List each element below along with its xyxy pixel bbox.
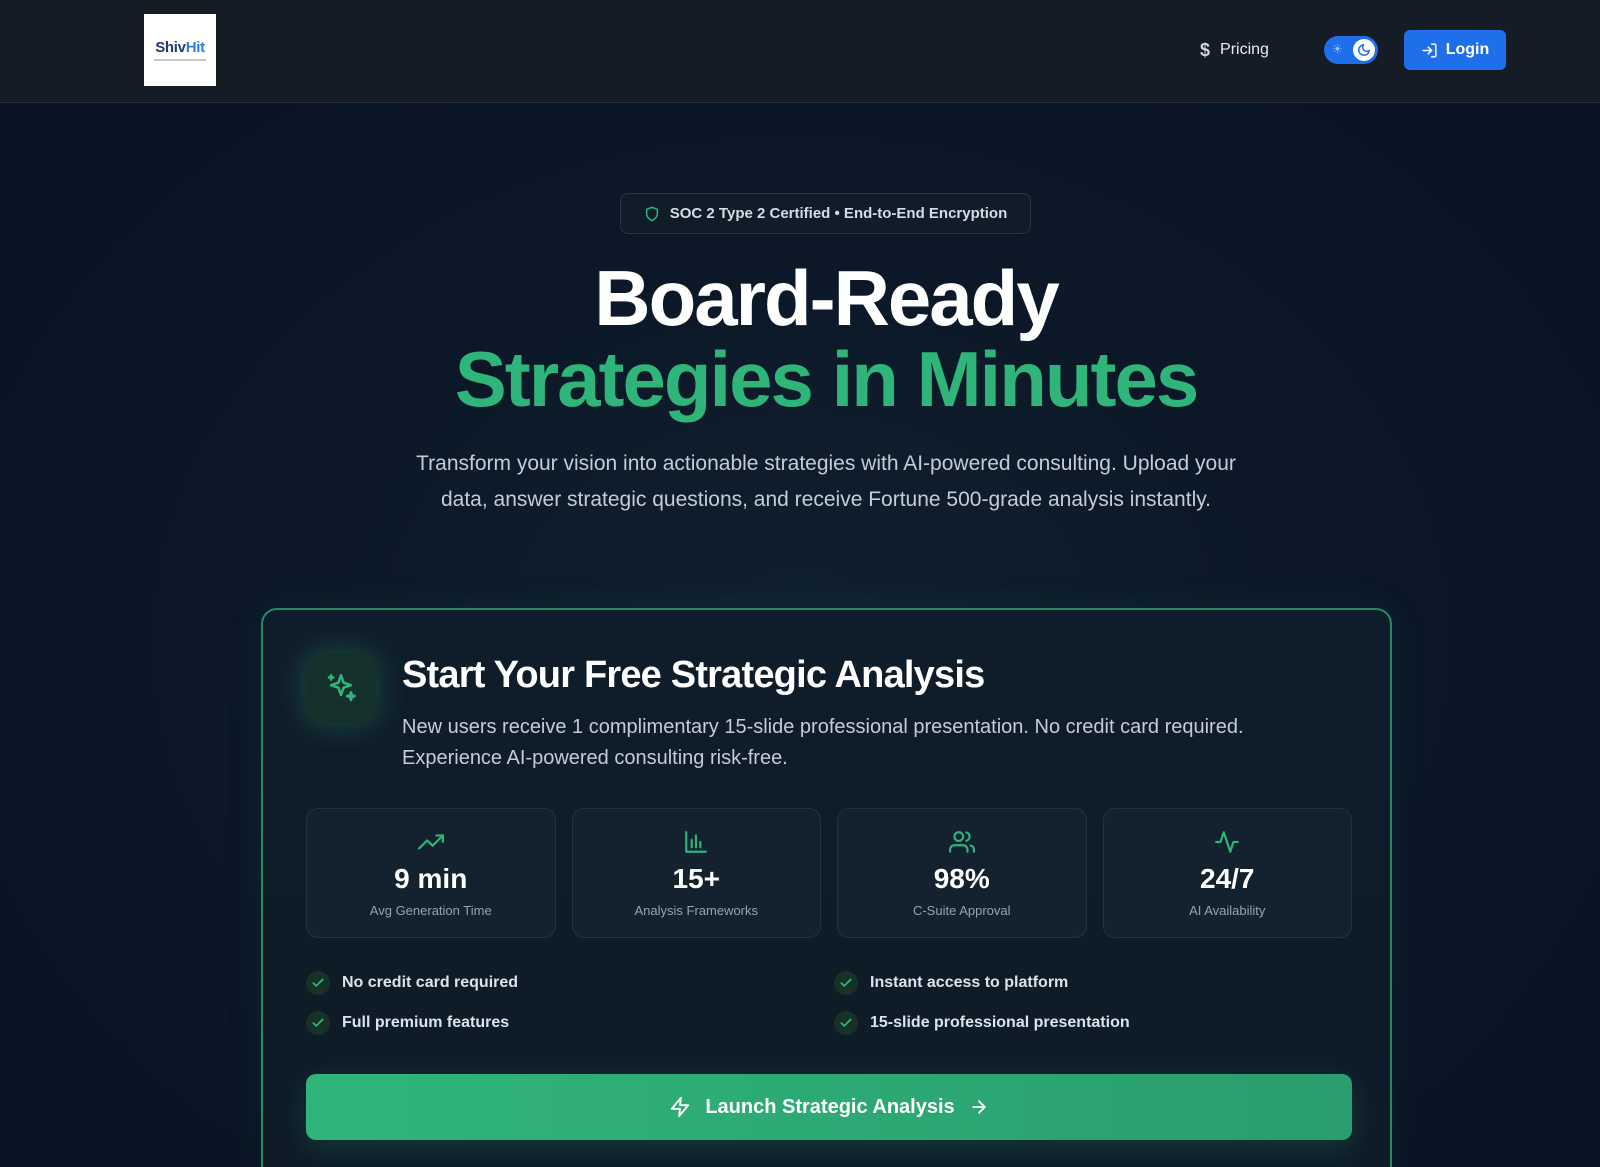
shield-icon [645,206,658,221]
launch-label: Launch Strategic Analysis [705,1095,955,1118]
feature-list: No credit card required Instant access t… [306,971,1352,1035]
hero-title-line1: Board-Ready [594,254,1059,342]
users-icon [948,831,975,853]
hero-title-line2: Strategies in Minutes [454,335,1200,423]
top-nav-bar: ShivHit $ Pricing ☀ Login [0,0,1600,103]
logo-word-shiv: Shiv [155,39,186,56]
hero-subtitle: Transform your vision into actionable st… [416,452,1236,511]
feature-item: Instant access to platform [834,971,1352,995]
brand-logo[interactable]: ShivHit [144,14,216,86]
moon-icon [1358,44,1370,56]
stat-label: Avg Generation Time [369,903,492,918]
dollar-icon: $ [1200,39,1211,60]
free-analysis-card: Start Your Free Strategic Analysis New u… [261,608,1392,1167]
sparkles-icon [327,673,357,702]
check-icon [834,1011,858,1035]
bar-chart-icon [685,831,708,853]
badge-text: SOC 2 Type 2 Certified • End-to-End Encr… [669,205,1008,222]
stat-availability: 24/7 AI Availability [1102,808,1352,938]
stat-generation-time: 9 min Avg Generation Time [306,808,556,938]
log-in-icon [1422,42,1437,58]
security-badge: SOC 2 Type 2 Certified • End-to-End Encr… [620,193,1031,234]
activity-icon [1215,831,1240,853]
card-description: New users receive 1 complimentary 15-sli… [402,716,1244,769]
launch-analysis-button[interactable]: Launch Strategic Analysis [306,1074,1352,1140]
feature-item: Full premium features [306,1011,834,1035]
feature-label: 15-slide professional presentation [870,1014,1130,1031]
stat-value: 15+ [672,863,721,894]
stat-label: C-Suite Approval [912,903,1011,918]
check-icon [834,971,858,995]
feature-item: 15-slide professional presentation [834,1011,1352,1035]
stats-row: 9 min Avg Generation Time 15+ Analysis F… [306,808,1352,938]
pricing-link[interactable]: $ Pricing [1200,36,1269,64]
card-title: Start Your Free Strategic Analysis [402,654,985,696]
stat-value: 24/7 [1200,863,1255,894]
check-icon [306,1011,330,1035]
trending-up-icon [417,834,444,850]
sparkles-icon-box [306,653,376,723]
stat-value: 98% [933,863,990,894]
feature-label: Full premium features [342,1014,510,1031]
pricing-label: Pricing [1220,41,1269,58]
stat-value: 9 min [394,863,468,894]
theme-toggle[interactable]: ☀ [1324,36,1378,64]
stat-label: AI Availability [1189,903,1266,918]
toggle-knob [1353,39,1375,61]
stat-frameworks: 15+ Analysis Frameworks [571,808,821,938]
feature-label: Instant access to platform [870,974,1069,991]
logo-tagline-line [154,59,206,61]
feature-label: No credit card required [342,974,519,991]
logo-word-hit: Hit [185,39,205,56]
zap-icon [671,1096,690,1118]
login-button[interactable]: Login [1404,30,1506,70]
login-label: Login [1445,41,1490,58]
stat-approval: 98% C-Suite Approval [837,808,1087,938]
stat-label: Analysis Frameworks [634,903,759,918]
feature-item: No credit card required [306,971,834,995]
sun-icon: ☀ [1332,42,1343,56]
check-icon [306,971,330,995]
arrow-right-icon [971,1100,986,1114]
